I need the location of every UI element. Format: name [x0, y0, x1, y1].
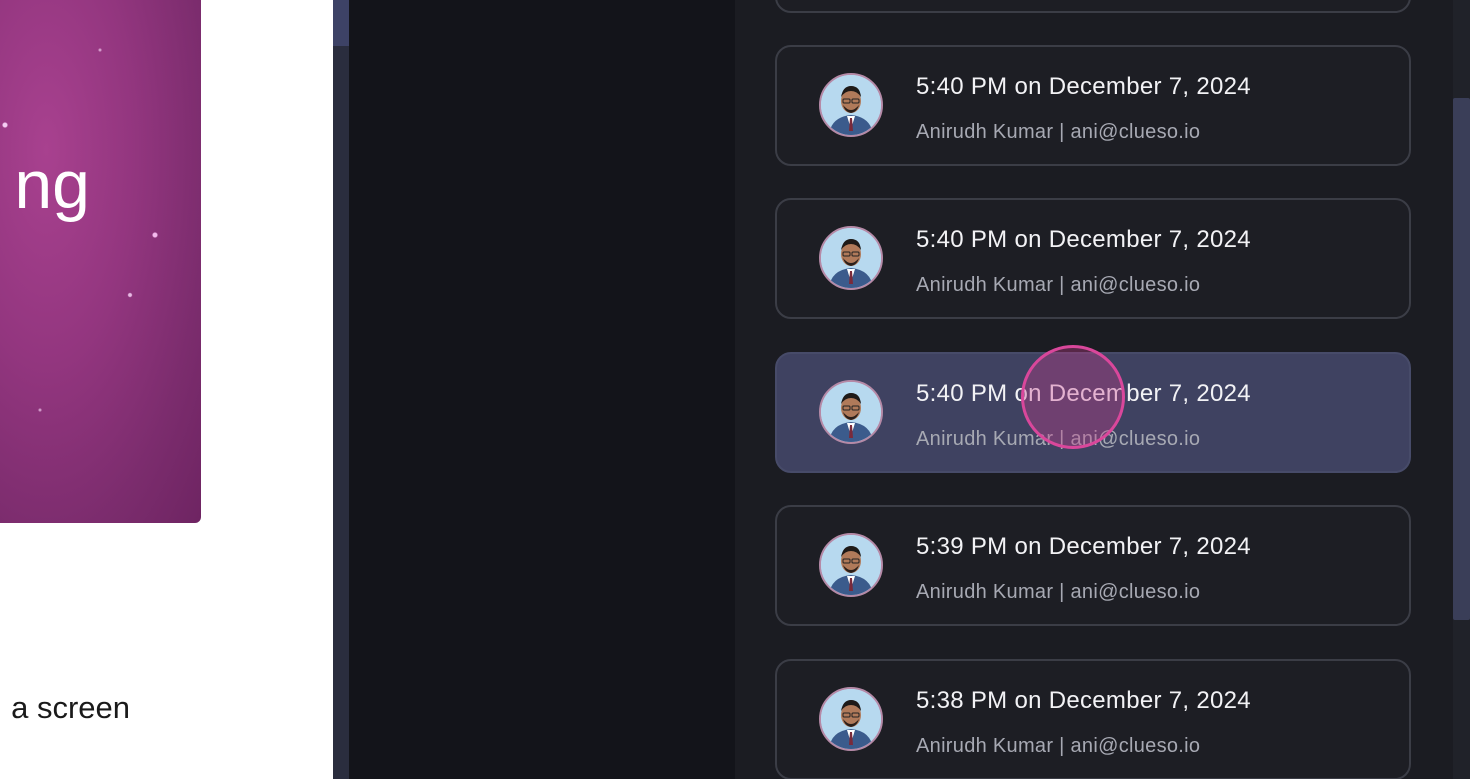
version-card-selected[interactable]: 5:40 PM on December 7, 2024 Anirudh Kuma… [775, 352, 1411, 473]
version-card[interactable] [775, 0, 1411, 13]
version-card[interactable]: 5:40 PM on December 7, 2024 Anirudh Kuma… [775, 198, 1411, 319]
version-timestamp: 5:40 PM on December 7, 2024 [916, 380, 1251, 407]
app-root: ng a screen 5:40 PM on December 7, 2024 … [0, 0, 1470, 779]
version-history-list: 5:40 PM on December 7, 2024 Anirudh Kuma… [735, 0, 1453, 779]
dark-background-pane [349, 0, 735, 779]
version-author: Anirudh Kumar | ani@clueso.io [916, 581, 1201, 603]
user-avatar [819, 687, 883, 751]
user-avatar [819, 380, 883, 444]
user-avatar [819, 533, 883, 597]
divider-accent [333, 0, 349, 46]
version-author: Anirudh Kumar | ani@clueso.io [916, 735, 1201, 757]
version-author: Anirudh Kumar | ani@clueso.io [916, 428, 1201, 450]
hero-title: ng [14, 147, 90, 223]
preview-caption: a screen [11, 690, 130, 725]
hero-banner-image [0, 0, 201, 523]
user-avatar [819, 73, 883, 137]
document-preview-pane: ng a screen [0, 0, 333, 779]
version-author: Anirudh Kumar | ani@clueso.io [916, 121, 1201, 143]
pane-divider[interactable] [333, 0, 349, 779]
user-avatar [819, 226, 883, 290]
scrollbar-thumb[interactable] [1453, 98, 1470, 620]
version-card[interactable]: 5:39 PM on December 7, 2024 Anirudh Kuma… [775, 505, 1411, 626]
version-card[interactable]: 5:38 PM on December 7, 2024 Anirudh Kuma… [775, 659, 1411, 779]
version-timestamp: 5:40 PM on December 7, 2024 [916, 73, 1251, 100]
version-timestamp: 5:39 PM on December 7, 2024 [916, 533, 1251, 560]
version-timestamp: 5:40 PM on December 7, 2024 [916, 226, 1251, 253]
version-author: Anirudh Kumar | ani@clueso.io [916, 274, 1201, 296]
version-card[interactable]: 5:40 PM on December 7, 2024 Anirudh Kuma… [775, 45, 1411, 166]
version-timestamp: 5:38 PM on December 7, 2024 [916, 687, 1251, 714]
